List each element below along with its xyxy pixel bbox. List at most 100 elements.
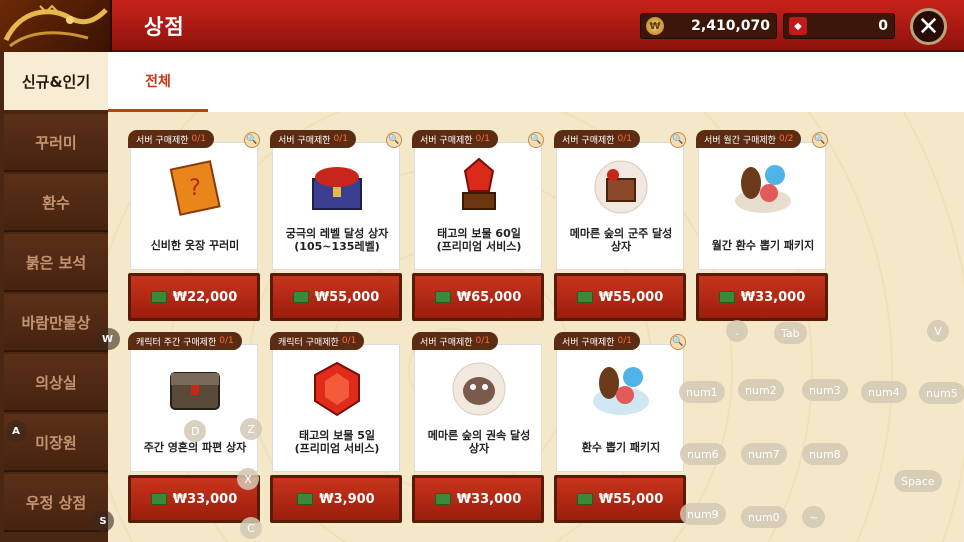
purchase-limit-badge: 서버 구매제한 0/1 — [554, 332, 641, 350]
item-card[interactable]: 서버 구매제한 0/1 🔍 태고의 보물 60일 (프리미엄 서비스) ₩65,0… — [412, 130, 544, 322]
category-sidebar: 신규&인기 꾸러미 환수 붉은 보석 바람만물상 의상실 미장원 우정 상점 — [0, 52, 108, 542]
sidebar-item-label: 바람만물상 — [21, 313, 91, 332]
key-hint: num2 — [738, 379, 784, 401]
svg-text:?: ? — [189, 176, 201, 201]
key-hint: num9 — [680, 503, 726, 525]
sidebar-item-familiar[interactable]: 환수 — [4, 174, 108, 232]
buy-button[interactable]: ₩33,000 — [696, 273, 828, 321]
close-button[interactable]: ✕ — [910, 8, 947, 45]
key-hint: num7 — [741, 443, 787, 465]
sidebar-item-wardrobe[interactable]: 의상실 — [4, 354, 108, 412]
item-card[interactable]: 서버 구매제한 0/1 🔍 궁극의 레벨 달성 상자 (105~135레벨) ₩5… — [270, 130, 402, 322]
item-name: 태고의 보물 60일 (프리미엄 서비스) — [436, 227, 522, 253]
purchase-limit-badge: 서버 월간 구매제한 0/2 — [696, 130, 802, 148]
item-name: 태고의 보물 5일 (프리미엄 서비스) — [294, 429, 380, 455]
key-hint: . — [726, 320, 748, 342]
item-card[interactable]: 캐릭터 구매제한 0/1 태고의 보물 5일 (프리미엄 서비스) ₩3,900 — [270, 332, 402, 524]
item-image-box: ? 신비한 옷장 꾸러미 — [130, 142, 258, 270]
item-image-box: 태고의 보물 60일 (프리미엄 서비스) — [414, 142, 542, 270]
item-image-box: 주간 영혼의 파편 상자 — [130, 344, 258, 472]
point-value: 0 — [878, 18, 888, 34]
page-title: 상점 — [144, 15, 185, 39]
item-image-box: 환수 뽑기 패키지 — [556, 344, 684, 472]
buy-button[interactable]: ₩33,000 — [412, 475, 544, 523]
item-card[interactable]: 서버 구매제한 0/1 🔍 메마른 숲의 군주 달성 상자 ₩55,000 — [554, 130, 686, 322]
sidebar-item-label: 우정 상점 — [25, 493, 87, 512]
item-card[interactable]: 서버 구매제한 0/1 메마른 숲의 권속 달성 상자 ₩33,000 — [412, 332, 544, 524]
key-hint: num3 — [802, 379, 848, 401]
item-image-box: 태고의 보물 5일 (프리미엄 서비스) — [272, 344, 400, 472]
buy-button[interactable]: ₩3,900 — [270, 475, 402, 523]
key-hint: C — [240, 517, 262, 539]
purchase-limit-badge: 서버 구매제한 0/1 — [554, 130, 641, 148]
buy-button[interactable]: ₩22,000 — [128, 273, 260, 321]
item-name: 월간 환수 뽑기 패키지 — [711, 239, 815, 252]
sidebar-item-label: 환수 — [42, 193, 70, 212]
item-name: 메마른 숲의 군주 달성 상자 — [569, 227, 673, 253]
meso-balance: ₩ 2,410,070 — [640, 13, 777, 39]
key-hint: num6 — [680, 443, 726, 465]
item-name: 메마른 숲의 권속 달성 상자 — [427, 429, 531, 455]
key-hint: W — [95, 328, 121, 350]
soul-shard-chest-icon — [170, 372, 220, 410]
purchase-limit-badge: 캐릭터 구매제한 0/1 — [270, 332, 365, 350]
key-hint: num8 — [802, 443, 848, 465]
zoom-icon[interactable]: 🔍 — [812, 132, 828, 148]
dragon-logo — [0, 0, 112, 52]
buy-button[interactable]: ₩65,000 — [412, 273, 544, 321]
sidebar-item-label: 꾸러미 — [35, 133, 77, 152]
key-hint: num5 — [919, 382, 964, 404]
zoom-icon[interactable]: 🔍 — [244, 132, 260, 148]
tab-bar: 전체 — [108, 52, 964, 112]
cash-icon — [576, 291, 593, 303]
item-card[interactable]: 서버 구매제한 0/1 🔍 ? 신비한 옷장 꾸러미 ₩22,000 — [128, 130, 260, 322]
item-image-box: 궁극의 레벨 달성 상자 (105~135레벨) — [272, 142, 400, 270]
cash-icon — [150, 493, 167, 505]
sidebar-item-label: 신규&인기 — [21, 72, 91, 91]
key-hint: num0 — [741, 506, 787, 528]
cash-icon — [297, 493, 314, 505]
key-hint: Z — [240, 418, 262, 440]
buy-button[interactable]: ₩55,000 — [270, 273, 402, 321]
sidebar-item-bundle[interactable]: 꾸러미 — [4, 114, 108, 172]
sidebar-item-wind-shop[interactable]: 바람만물상 — [4, 294, 108, 352]
cash-icon — [576, 493, 593, 505]
sidebar-item-label: 미장원 — [35, 433, 77, 452]
coin-icon: ₩ — [646, 17, 664, 35]
header-bar: 상점 ₩ 2,410,070 ◆ 0 ✕ — [0, 0, 964, 52]
treasure-chest-icon — [312, 167, 362, 210]
buy-button[interactable]: ₩55,000 — [554, 273, 686, 321]
sidebar-item-new-popular[interactable]: 신규&인기 — [4, 52, 108, 110]
cash-icon — [434, 493, 451, 505]
item-image-box: 월간 환수 뽑기 패키지 — [698, 142, 826, 270]
cash-icon — [434, 291, 451, 303]
item-card[interactable]: 서버 월간 구매제한 0/2 🔍 월간 환수 뽑기 패키지 ₩33,000 — [696, 130, 828, 322]
key-hint: num1 — [679, 381, 725, 403]
item-name: 신비한 옷장 꾸러미 — [150, 239, 240, 252]
key-hint: A — [5, 420, 27, 442]
zoom-icon[interactable]: 🔍 — [386, 132, 402, 148]
cash-icon — [718, 291, 735, 303]
key-hint: X — [237, 468, 259, 490]
forest-kin-box-icon — [452, 362, 506, 416]
purchase-limit-badge: 서버 구매제한 0/1 — [412, 332, 499, 350]
point-icon: ◆ — [789, 17, 807, 35]
purchase-limit-badge: 서버 구매제한 0/1 — [412, 130, 499, 148]
wardrobe-bundle-icon: ? — [169, 160, 221, 216]
buy-button[interactable]: ₩55,000 — [554, 475, 686, 523]
item-card[interactable]: 서버 구매제한 0/1 🔍 환수 뽑기 패키지 ₩55,000 — [554, 332, 686, 524]
zoom-icon[interactable]: 🔍 — [670, 334, 686, 350]
key-hint: Space — [894, 470, 942, 492]
sidebar-item-red-gem[interactable]: 붉은 보석 — [4, 234, 108, 292]
point-balance: ◆ 0 — [783, 13, 895, 39]
forest-lord-box-icon — [594, 160, 648, 214]
cash-icon — [150, 291, 167, 303]
meso-value: 2,410,070 — [691, 18, 770, 34]
zoom-icon[interactable]: 🔍 — [528, 132, 544, 148]
item-name: 궁극의 레벨 달성 상자 (105~135레벨) — [285, 227, 389, 253]
tab-all[interactable]: 전체 — [108, 52, 208, 112]
zoom-icon[interactable]: 🔍 — [670, 132, 686, 148]
key-hint: S — [92, 510, 114, 532]
purchase-limit-badge: 서버 구매제한 0/1 — [270, 130, 357, 148]
item-image-box: 메마른 숲의 권속 달성 상자 — [414, 344, 542, 472]
